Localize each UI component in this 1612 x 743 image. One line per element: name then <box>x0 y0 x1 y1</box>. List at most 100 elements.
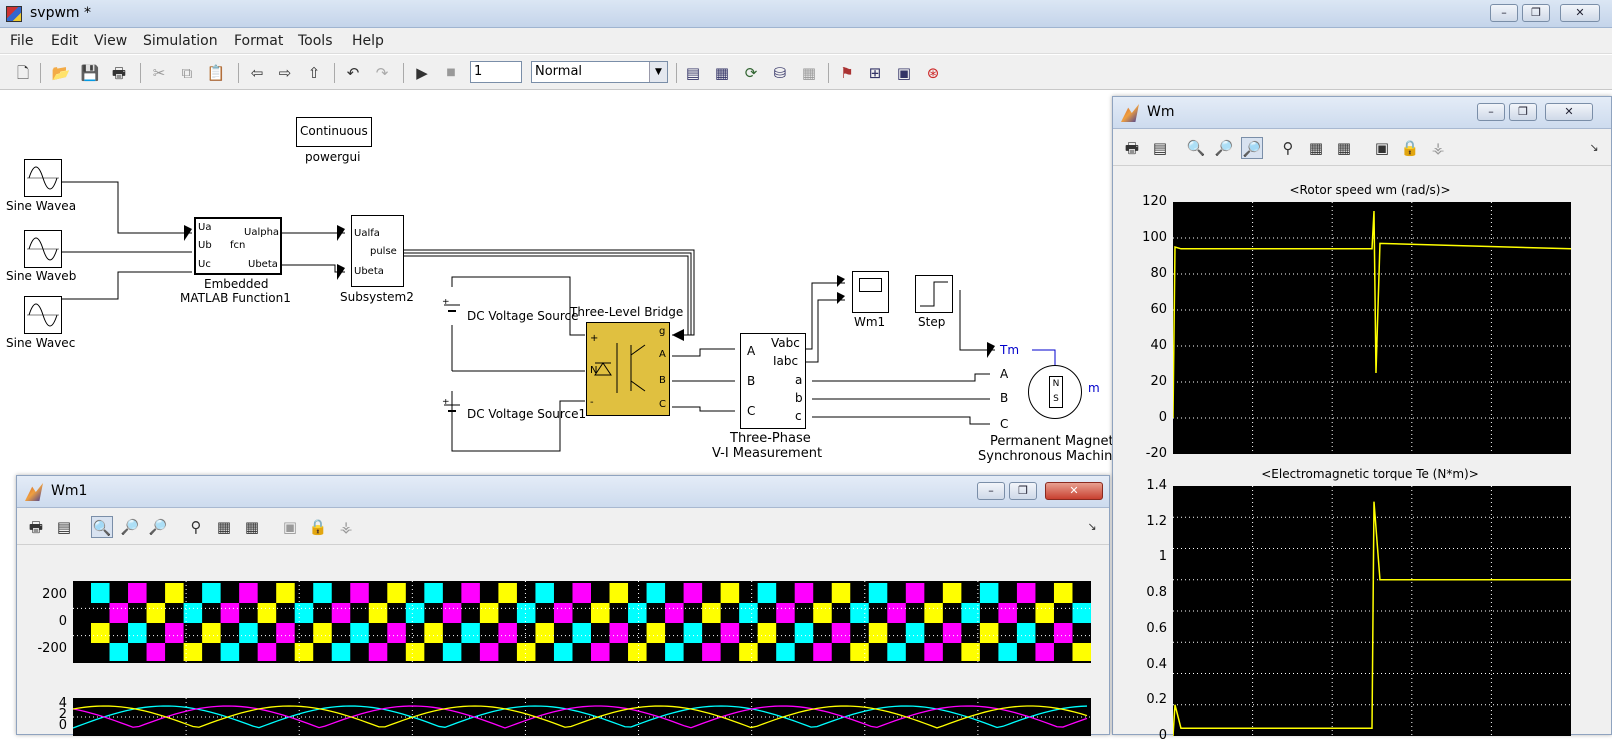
new-icon[interactable]: 🗋 <box>12 62 34 84</box>
dc-source-2-block[interactable]: + <box>442 399 462 421</box>
signal-selector-icon[interactable]: ⚶ <box>335 516 357 538</box>
help-icon[interactable]: ⊛ <box>922 62 944 84</box>
print-icon[interactable]: 🖶 <box>25 516 47 538</box>
open-icon[interactable]: 📂 <box>50 62 72 84</box>
plot1-axes[interactable] <box>1173 202 1571 454</box>
menu-view[interactable]: View <box>94 33 127 49</box>
pulse-block <box>461 583 480 603</box>
lock-icon[interactable]: 🔒 <box>1399 137 1421 159</box>
figure-wm-maximize-button[interactable]: ❐ <box>1509 103 1537 121</box>
autoscale-icon[interactable]: ⚲ <box>185 516 207 538</box>
dock-icon[interactable]: ↘ <box>1081 516 1103 538</box>
pulse-block <box>720 623 740 643</box>
zoom-in-icon[interactable]: 🔍 <box>91 516 113 538</box>
profile-icon[interactable]: ▦ <box>798 62 820 84</box>
save-axes-icon[interactable]: ▦ <box>1305 137 1327 159</box>
forward-icon[interactable]: ⇨ <box>274 62 296 84</box>
menu-simulation[interactable]: Simulation <box>143 33 218 49</box>
paste-icon[interactable]: 📋 <box>205 62 227 84</box>
powergui-block[interactable]: Continuous <box>296 117 372 147</box>
simulation-mode-select[interactable]: Normal ▼ <box>531 61 668 83</box>
pulse-block <box>924 643 943 661</box>
scope-icon[interactable]: ⊞ <box>864 62 886 84</box>
figure-wm-toolbar: 🖶 ▤ 🔍 🔎 🔎 ⚲ ▦ ▦ ▣ 🔒 ⚶ ↘ <box>1113 130 1611 166</box>
zoom-x-icon[interactable]: 🔎 <box>119 516 141 538</box>
zoom-y-icon[interactable]: 🔎 <box>147 516 169 538</box>
sine-wave-a-block[interactable] <box>24 159 62 197</box>
embedded-matlab-function-block[interactable]: Ua Ub Uc fcn Ualpha Ubeta <box>194 217 282 275</box>
figure-window-wm[interactable]: Wm – ❐ ✕ 🖶 ▤ 🔍 🔎 🔎 ⚲ ▦ ▦ ▣ 🔒 ⚶ ↘ <Rotor … <box>1112 96 1612 743</box>
pulse-block <box>535 583 554 603</box>
stop-icon[interactable]: ■ <box>440 62 462 84</box>
pulse-block <box>609 583 629 603</box>
maximize-button[interactable]: ❐ <box>1522 4 1550 22</box>
figure-wm1-maximize-button[interactable]: ❐ <box>1009 482 1037 500</box>
floating-scope-icon[interactable]: ▣ <box>1371 137 1393 159</box>
floating-scope-icon[interactable]: ▣ <box>279 516 301 538</box>
minimize-button[interactable]: – <box>1490 4 1518 22</box>
play-icon[interactable]: ▶ <box>411 62 433 84</box>
zoom-in-icon[interactable]: 🔍 <box>1185 137 1207 159</box>
debug-icon[interactable]: ⛁ <box>769 62 791 84</box>
up-icon[interactable]: ⇧ <box>303 62 325 84</box>
save-axes-icon[interactable]: ▦ <box>213 516 235 538</box>
redo-icon[interactable]: ↷ <box>371 62 393 84</box>
restore-axes-icon[interactable]: ▦ <box>241 516 263 538</box>
pulse-block <box>1072 643 1091 661</box>
three-level-bridge-block[interactable]: + N - g A B C <box>586 322 670 416</box>
autoscale-icon[interactable]: ⚲ <box>1277 137 1299 159</box>
pmsm-block[interactable]: NS <box>1028 365 1082 419</box>
back-icon[interactable]: ⇦ <box>246 62 268 84</box>
plot3-axes[interactable] <box>73 581 1091 663</box>
copy-icon[interactable]: ⧉ <box>176 62 198 84</box>
figure-wm-close-button[interactable]: ✕ <box>1545 103 1593 121</box>
stop-time-input[interactable]: 1 <box>470 61 522 83</box>
pulse-block <box>516 603 536 623</box>
build-icon[interactable]: ⚑ <box>836 62 858 84</box>
pulse-block <box>609 623 629 643</box>
config-icon[interactable]: ▣ <box>893 62 915 84</box>
library-icon[interactable]: ▤ <box>682 62 704 84</box>
step-block[interactable] <box>915 275 953 313</box>
print-icon[interactable]: 🖶 <box>108 62 130 84</box>
sine-wave-c-block[interactable] <box>24 296 62 334</box>
chevron-down-icon[interactable]: ▼ <box>649 62 667 82</box>
figure-wm-minimize-button[interactable]: – <box>1477 103 1505 121</box>
explorer-icon[interactable]: ▦ <box>711 62 733 84</box>
menu-file[interactable]: File <box>10 33 33 49</box>
dc-source-1-block[interactable]: + <box>442 299 462 321</box>
pulse-block <box>442 603 462 623</box>
cut-icon[interactable]: ✂ <box>148 62 170 84</box>
dock-icon[interactable]: ↘ <box>1583 137 1605 159</box>
three-phase-vi-measurement-block[interactable]: A B C Vabc Iabc a b c <box>740 333 806 429</box>
close-button[interactable]: ✕ <box>1560 4 1600 22</box>
parameters-icon[interactable]: ▤ <box>1149 137 1171 159</box>
vim-label-1: Three-Phase <box>730 431 811 446</box>
pulse-block <box>646 583 666 603</box>
plot4-axes[interactable] <box>73 698 1091 736</box>
pulse-block <box>165 583 184 603</box>
print-icon[interactable]: 🖶 <box>1121 137 1143 159</box>
undo-icon[interactable]: ↶ <box>342 62 364 84</box>
save-icon[interactable]: 💾 <box>79 62 101 84</box>
restore-axes-icon[interactable]: ▦ <box>1333 137 1355 159</box>
subsystem2-block[interactable]: Ualfa pulse Ubeta <box>351 215 404 287</box>
model-icon[interactable]: ⟳ <box>740 62 762 84</box>
zoom-x-icon[interactable]: 🔎 <box>1213 137 1235 159</box>
plot2-axes[interactable] <box>1173 486 1571 736</box>
figure-wm1-close-button[interactable]: ✕ <box>1045 482 1103 500</box>
pulse-block <box>553 603 573 623</box>
menu-tools[interactable]: Tools <box>298 33 333 49</box>
scope-wm1-block[interactable] <box>852 271 889 313</box>
lock-icon[interactable]: 🔒 <box>307 516 329 538</box>
signal-selector-icon[interactable]: ⚶ <box>1427 137 1449 159</box>
menu-help[interactable]: Help <box>352 33 384 49</box>
menu-edit[interactable]: Edit <box>51 33 78 49</box>
sine-wave-b-block[interactable] <box>24 230 62 268</box>
zoom-y-icon[interactable]: 🔎 <box>1241 137 1263 159</box>
menu-format[interactable]: Format <box>234 33 283 49</box>
figure-window-wm1[interactable]: Wm1 – ❐ ✕ 🖶 ▤ 🔍 🔎 🔎 ⚲ ▦ ▦ ▣ 🔒 ⚶ ↘ 200 0 -2… <box>16 475 1110 736</box>
pulse-block <box>498 583 517 603</box>
parameters-icon[interactable]: ▤ <box>53 516 75 538</box>
figure-wm1-minimize-button[interactable]: – <box>977 482 1005 500</box>
